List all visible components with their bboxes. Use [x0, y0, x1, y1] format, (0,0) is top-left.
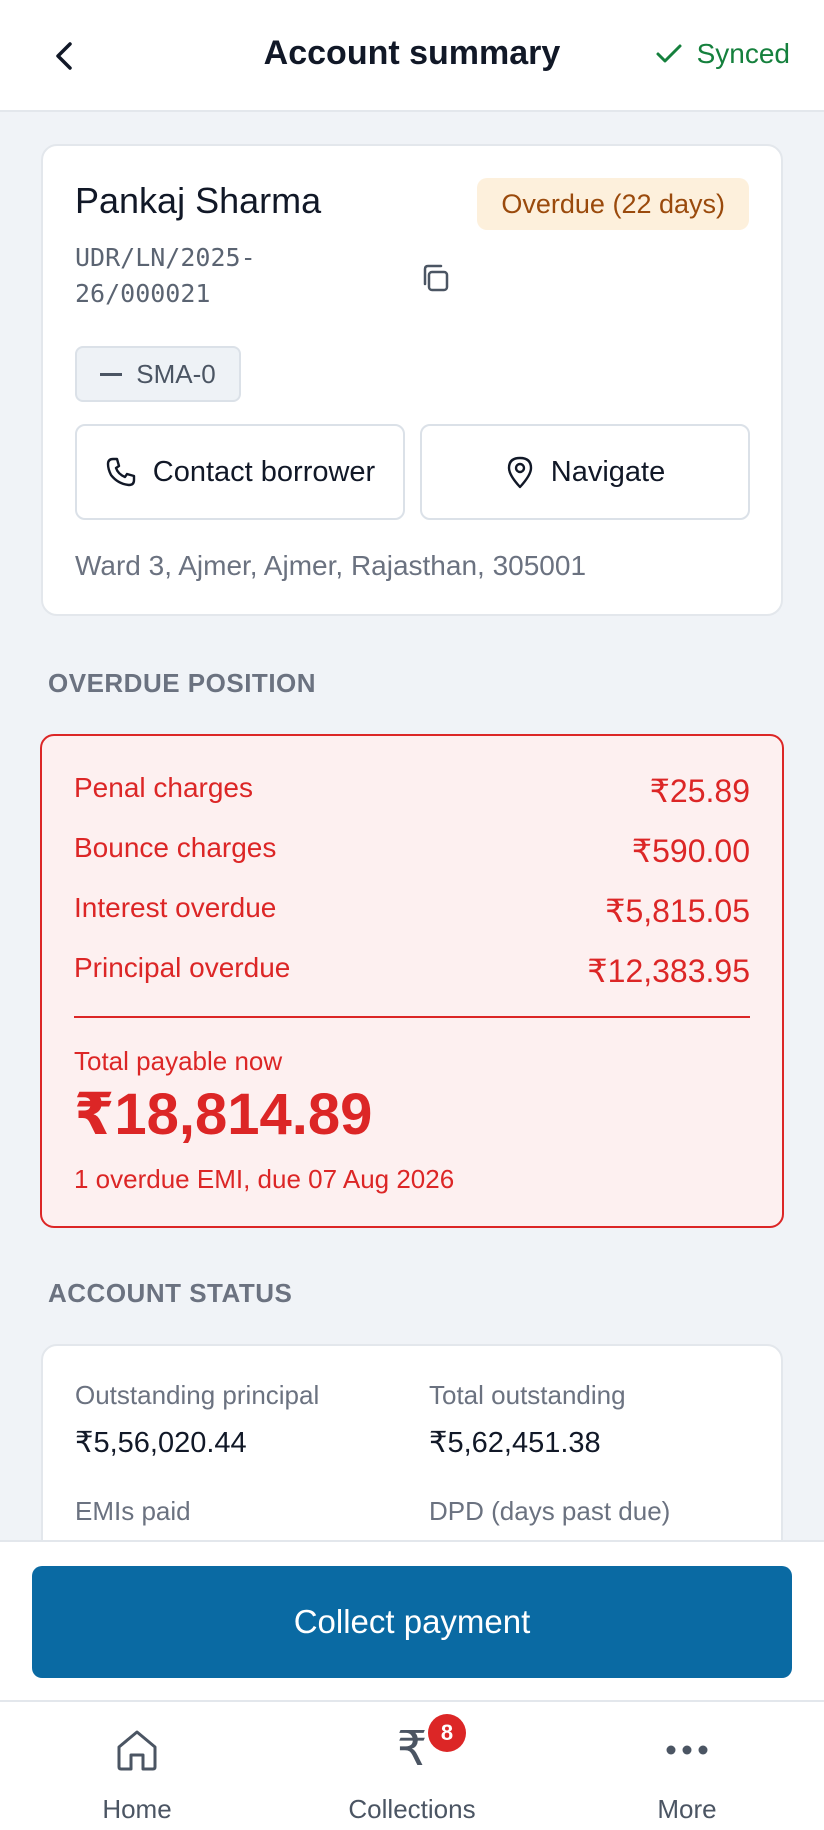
- contact-borrower-label: Contact borrower: [152, 455, 376, 488]
- nav-label-more: More: [657, 1794, 717, 1824]
- dash-icon: [100, 372, 123, 376]
- overdue-row-value: ₹5,815.05: [605, 893, 750, 929]
- navigate-button[interactable]: Navigate: [420, 424, 750, 520]
- overdue-section-label: OVERDUE POSITION: [48, 668, 317, 698]
- status-item: EMIs paid: [75, 1496, 191, 1541]
- nav-item-collections[interactable]: ₹ 8 Collections: [275, 1702, 549, 1830]
- overdue-row-label: Penal charges: [74, 772, 254, 803]
- borrower-address: Ward 3, Ajmer, Ajmer, Rajasthan, 305001: [75, 550, 587, 581]
- overdue-divider: [74, 1016, 750, 1018]
- overdue-emi-note: 1 overdue EMI, due 07 Aug 2026: [74, 1164, 455, 1194]
- status-item-label: DPD (days past due): [429, 1496, 671, 1526]
- sync-status: Synced: [655, 38, 790, 70]
- overdue-row-value: ₹12,383.95: [587, 953, 750, 989]
- copy-icon: [423, 264, 449, 292]
- loan-id: UDR/LN/2025-26/000021: [75, 243, 256, 308]
- borrower-card: Pankaj Sharma Overdue (22 days) UDR/LN/2…: [41, 144, 783, 616]
- sma-classification-chip: SMA-0: [75, 346, 241, 402]
- navigate-label: Navigate: [550, 455, 666, 488]
- collect-payment-button[interactable]: Collect payment: [32, 1566, 792, 1678]
- status-item-value: ₹5,56,020.44: [75, 1427, 247, 1459]
- nav-label-collections: Collections: [348, 1794, 476, 1824]
- sma-label: SMA-0: [136, 358, 216, 389]
- bottom-navigation: Home ₹ 8 Collections More: [0, 1700, 824, 1830]
- home-icon: [111, 1724, 163, 1776]
- overdue-row: Bounce charges ₹590.00: [74, 832, 750, 870]
- overdue-row-label: Principal overdue: [74, 952, 291, 983]
- status-badge: Overdue (22 days): [477, 178, 749, 230]
- total-payable-value: ₹18,814.89: [74, 1082, 373, 1147]
- phone-icon: [106, 457, 135, 487]
- nav-item-more[interactable]: More: [550, 1702, 824, 1830]
- status-item-label: EMIs paid: [75, 1496, 191, 1526]
- overdue-row-value: ₹25.89: [649, 773, 750, 809]
- overdue-row: Penal charges ₹25.89: [74, 772, 750, 810]
- overdue-row-label: Bounce charges: [74, 832, 277, 863]
- copy-loan-id-button[interactable]: [415, 258, 455, 298]
- nav-label-home: Home: [102, 1794, 172, 1824]
- status-item-label: Total outstanding: [429, 1380, 626, 1410]
- nav-item-home[interactable]: Home: [0, 1702, 274, 1830]
- status-item: Total outstanding ₹5,62,451.38: [429, 1380, 626, 1460]
- overdue-row: Principal overdue ₹12,383.95: [74, 952, 750, 990]
- check-icon: [656, 44, 682, 63]
- borrower-name: Pankaj Sharma: [75, 180, 322, 221]
- overdue-row-value: ₹590.00: [631, 833, 750, 869]
- account-status-section-label: ACCOUNT STATUS: [48, 1278, 293, 1308]
- status-item-label: Outstanding principal: [75, 1380, 320, 1410]
- status-item: Outstanding principal ₹5,56,020.44: [75, 1380, 319, 1460]
- top-app-bar: Account summary Synced: [0, 0, 824, 112]
- contact-borrower-button[interactable]: Contact borrower: [75, 424, 405, 520]
- overdue-row-label: Interest overdue: [74, 892, 277, 923]
- total-payable-label: Total payable now: [74, 1046, 283, 1076]
- more-icon: [661, 1724, 713, 1776]
- sync-status-label: Synced: [696, 38, 790, 69]
- overdue-row: Interest overdue ₹5,815.05: [74, 892, 750, 930]
- collections-count-badge: 8: [428, 1714, 466, 1752]
- collect-payment-bar: Collect payment: [0, 1540, 824, 1700]
- status-item: DPD (days past due): [429, 1496, 670, 1541]
- map-pin-icon: [507, 456, 532, 489]
- status-item-value: ₹5,62,451.38: [429, 1427, 601, 1459]
- app-root: Account summary Synced Pankaj Sharma Ove…: [0, 0, 824, 1830]
- overdue-position-card: Penal charges ₹25.89 Bounce charges ₹590…: [40, 734, 784, 1228]
